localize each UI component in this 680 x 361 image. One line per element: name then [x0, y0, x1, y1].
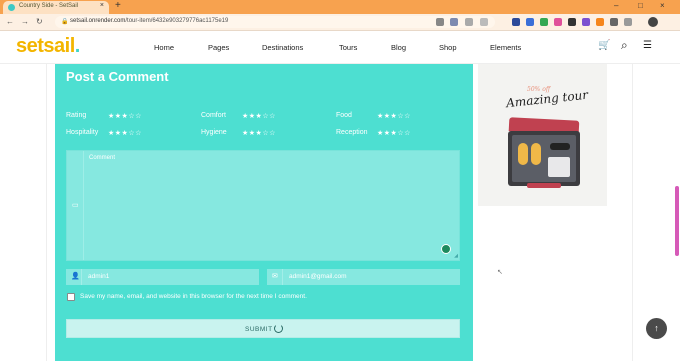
rating-label-hospitality: Hospitality [66, 129, 99, 136]
rating-stars-rating[interactable]: ★★★☆☆ [108, 112, 142, 120]
nav-home[interactable]: Home [154, 43, 174, 52]
save-info-label: Save my name, email, and website in this… [80, 293, 307, 300]
extension-icon[interactable] [526, 18, 534, 26]
bookmark-icon[interactable] [480, 18, 488, 26]
new-tab-button[interactable]: + [115, 0, 121, 11]
browser-tab[interactable]: Country Side - SetSail × [3, 1, 109, 14]
address-bar[interactable]: 🔒 setsail.onrender.com/tour-item/6432e90… [55, 16, 495, 28]
rating-label-food: Food [336, 112, 352, 119]
nav-blog[interactable]: Blog [391, 43, 406, 52]
loading-spinner-icon [274, 324, 283, 333]
page-divider [632, 64, 633, 361]
rating-label-hygiene: Hygiene [201, 129, 227, 136]
email-field[interactable]: ✉ admin1@gmail.com [267, 269, 460, 285]
browser-toolbar: ← → ↻ 🔒 setsail.onrender.com/tour-item/6… [0, 14, 680, 31]
extension-icon[interactable] [540, 18, 548, 26]
sandal-image [531, 143, 541, 165]
comment-icon-column: ▭ [67, 151, 84, 260]
reload-button[interactable]: ↻ [36, 17, 43, 26]
nav-destinations[interactable]: Destinations [262, 43, 303, 52]
resize-handle-icon[interactable]: ◢ [454, 253, 458, 259]
site-logo[interactable]: setsail. [16, 35, 80, 58]
save-info-checkbox[interactable] [67, 293, 75, 301]
url-text: setsail.onrender.com/tour-item/6432e9032… [70, 18, 229, 24]
tab-close-icon[interactable]: × [100, 2, 104, 9]
rating-stars-food[interactable]: ★★★☆☆ [377, 112, 411, 120]
mouse-cursor-icon: ↖ [497, 269, 503, 276]
metamask-icon[interactable] [596, 18, 604, 26]
submit-button[interactable]: SUBMIT [66, 319, 460, 338]
comment-textarea[interactable]: ▭ Comment ◢ [66, 150, 460, 261]
page-divider [46, 64, 47, 361]
comment-placeholder: Comment [89, 155, 116, 161]
forward-button[interactable]: → [21, 17, 29, 26]
rating-label-comfort: Comfort [201, 112, 226, 119]
hamburger-menu-icon[interactable]: ☰ [643, 40, 652, 51]
suitcase-image [508, 131, 580, 186]
site-header: setsail. Home Pages Destinations Tours B… [0, 32, 680, 64]
close-window-button[interactable]: × [660, 1, 665, 10]
rating-stars-comfort[interactable]: ★★★☆☆ [242, 112, 276, 120]
email-icon-cell: ✉ [267, 269, 283, 285]
user-icon: 👤 [71, 273, 80, 280]
nav-tours[interactable]: Tours [339, 43, 357, 52]
nav-elements[interactable]: Elements [490, 43, 521, 52]
rating-stars-hospitality[interactable]: ★★★☆☆ [108, 129, 142, 137]
extension-icon[interactable] [568, 18, 576, 26]
comment-form-heading: Post a Comment [66, 69, 169, 84]
extension-icon[interactable] [512, 18, 520, 26]
profile-avatar[interactable] [648, 17, 658, 27]
rating-stars-hygiene[interactable]: ★★★☆☆ [242, 129, 276, 137]
browser-tab-bar: Country Side - SetSail × + – □ × [0, 0, 680, 14]
sunglasses-image [550, 143, 570, 150]
ad-title: Amazing tour [505, 87, 589, 111]
grammarly-icon[interactable] [441, 244, 451, 254]
rating-stars-reception[interactable]: ★★★☆☆ [377, 129, 411, 137]
lock-icon: 🔒 [61, 19, 69, 25]
minimize-button[interactable]: – [614, 1, 618, 10]
translate-icon[interactable] [450, 18, 458, 26]
suitcase-handle [527, 183, 561, 188]
rating-label-rating: Rating [66, 112, 87, 119]
puzzle-icon[interactable] [610, 18, 618, 26]
comment-form: Post a Comment Rating ★★★☆☆ Comfort ★★★☆… [55, 64, 473, 361]
favicon-icon [8, 4, 15, 11]
comment-icon: ▭ [72, 202, 79, 209]
scroll-to-top-button[interactable]: ↑ [646, 318, 667, 339]
page-scrollbar[interactable] [675, 186, 679, 256]
sandal-image [518, 143, 528, 165]
search-icon[interactable]: ⌕ [621, 38, 628, 53]
maximize-button[interactable]: □ [638, 1, 643, 10]
submit-label: SUBMIT [245, 326, 273, 333]
suitcase-contents [512, 135, 576, 182]
nav-pages[interactable]: Pages [208, 43, 229, 52]
tab-title: Country Side - SetSail [19, 3, 79, 9]
user-icon-cell: 👤 [66, 269, 82, 285]
back-button[interactable]: ← [6, 17, 14, 26]
arrow-up-icon: ↑ [654, 323, 659, 333]
shirt-image [548, 157, 570, 177]
name-field[interactable]: 👤 admin1 [66, 269, 259, 285]
key-icon[interactable] [436, 18, 444, 26]
sidebar-ad-banner[interactable]: 50% off Amazing tour [478, 64, 607, 206]
sidepanel-icon[interactable] [624, 18, 632, 26]
cart-icon[interactable]: 🛒 [598, 40, 610, 51]
extension-icon[interactable] [582, 18, 590, 26]
email-field-value: admin1@gmail.com [289, 273, 347, 280]
name-field-value: admin1 [88, 273, 110, 280]
rating-label-reception: Reception [336, 129, 368, 136]
extension-icon[interactable] [554, 18, 562, 26]
email-icon: ✉ [272, 273, 278, 280]
share-icon[interactable] [465, 18, 473, 26]
nav-shop[interactable]: Shop [439, 43, 457, 52]
